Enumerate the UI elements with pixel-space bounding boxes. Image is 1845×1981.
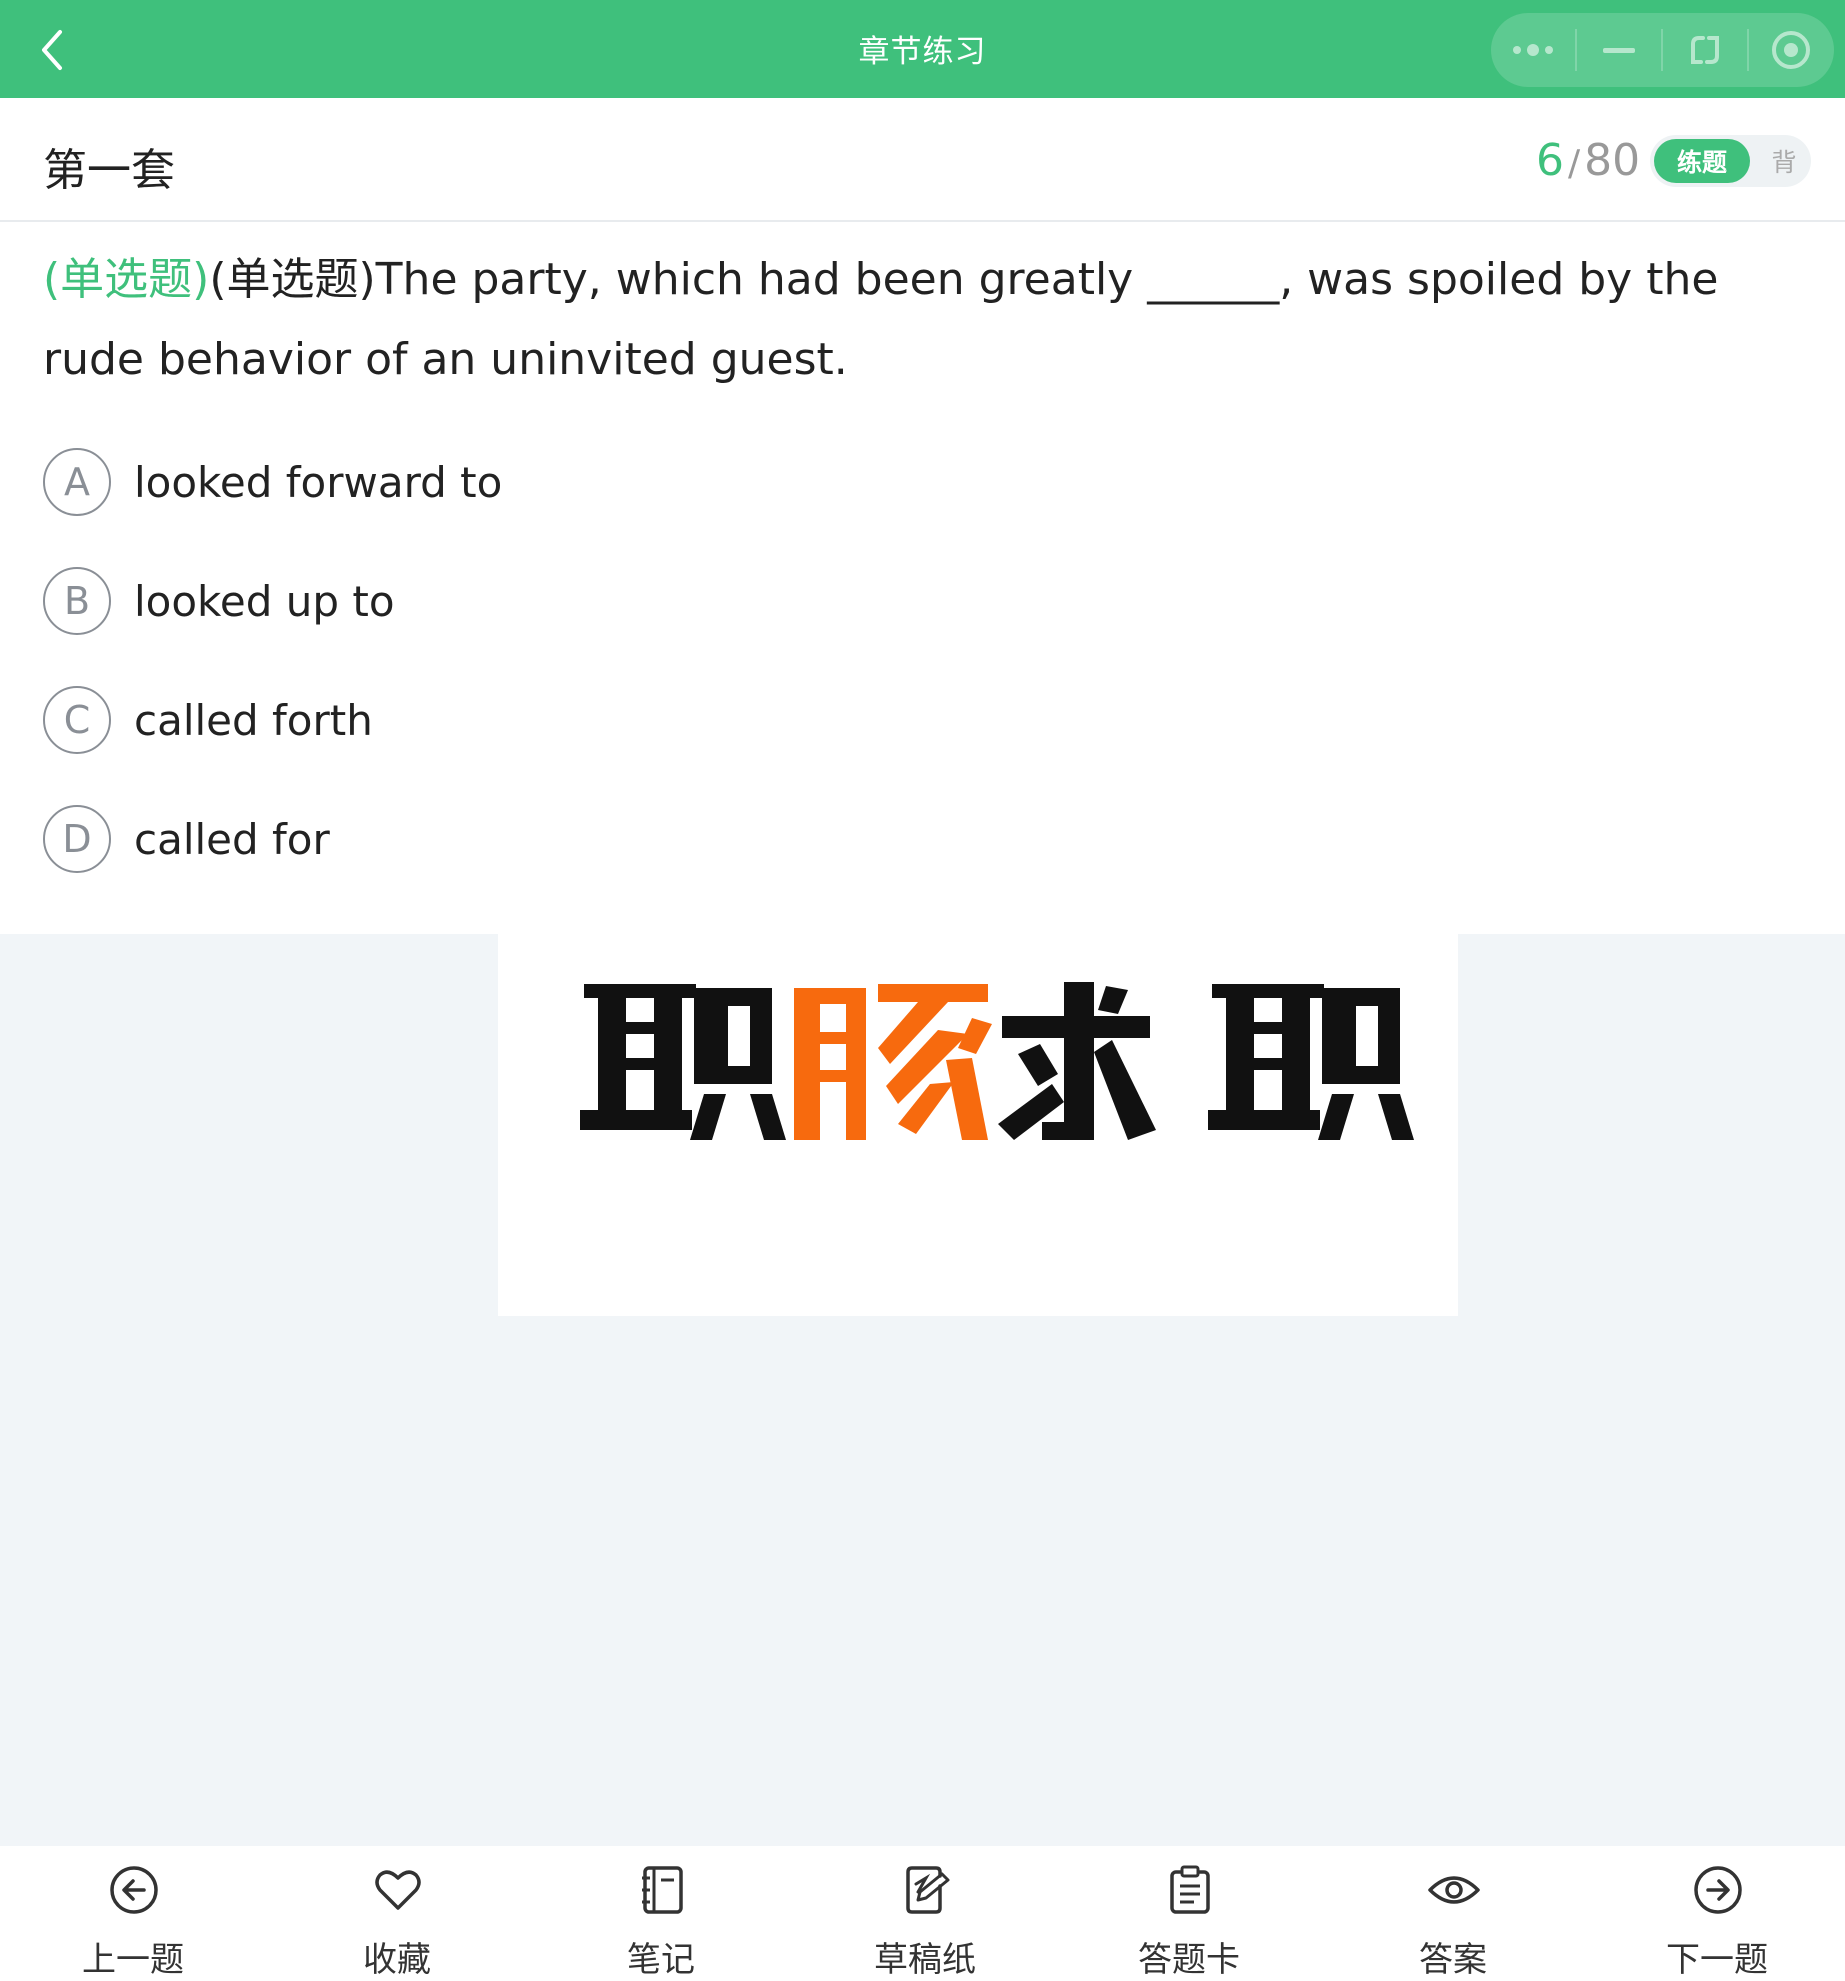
option-letter: A <box>43 448 111 516</box>
option-letter: B <box>43 567 111 635</box>
ad-banner[interactable] <box>498 934 1458 1316</box>
prev-question-label: 上一题 <box>82 1940 184 1980</box>
total-question-count: 80 <box>1584 135 1641 186</box>
logo-char-zhi <box>580 984 786 1140</box>
question-type-label: (单选题) <box>43 254 210 305</box>
question-text: (单选题)(单选题)The party, which had been grea… <box>43 240 1813 400</box>
answer-button[interactable]: 答案 <box>1363 1846 1543 1981</box>
draft-paper-icon <box>906 1866 950 1914</box>
logo-char-tun <box>794 984 992 1140</box>
more-icon <box>1513 44 1553 56</box>
question-card: (单选题)(单选题)The party, which had been grea… <box>0 222 1845 934</box>
bottom-toolbar: 上一题 收藏 笔记 草稿纸 答题卡 答案 下一题 <box>0 1846 1845 1981</box>
answer-label: 答案 <box>1419 1940 1487 1980</box>
option-c[interactable]: C called forth <box>43 686 502 754</box>
next-question-button[interactable]: 下一题 <box>1627 1846 1807 1981</box>
current-question-number: 6 <box>1536 135 1564 186</box>
option-d[interactable]: D called for <box>43 805 502 873</box>
practice-mode-button[interactable]: 练题 <box>1654 139 1750 183</box>
option-b[interactable]: B looked up to <box>43 567 502 635</box>
next-question-label: 下一题 <box>1666 1940 1768 1980</box>
options-list: A looked forward to B looked up to C cal… <box>43 448 502 924</box>
question-counter: 6/80 <box>1536 136 1640 189</box>
favorite-button[interactable]: 收藏 <box>307 1846 487 1981</box>
eye-icon <box>1428 1876 1480 1904</box>
mode-toggle: 练题 背 <box>1650 135 1811 187</box>
option-text: called forth <box>134 695 373 745</box>
answer-sheet-label: 答题卡 <box>1138 1940 1240 1980</box>
option-text: looked up to <box>134 576 395 626</box>
memorize-mode-button[interactable]: 背 <box>1763 139 1805 183</box>
prev-question-button[interactable]: 上一题 <box>43 1846 223 1981</box>
close-target-icon <box>1772 31 1810 69</box>
minimize-icon <box>1603 48 1635 53</box>
set-title: 第一套 <box>43 145 175 196</box>
expand-icon <box>1691 36 1719 64</box>
favorite-label: 收藏 <box>363 1940 431 1980</box>
logo-char-zhi-2 <box>1208 984 1414 1140</box>
arrow-left-circle-icon <box>110 1866 158 1914</box>
answer-sheet-button[interactable]: 答题卡 <box>1099 1846 1279 1981</box>
mini-program-capsule <box>1491 13 1834 87</box>
clipboard-icon <box>1170 1865 1210 1914</box>
option-text: looked forward to <box>134 457 503 507</box>
more-button[interactable] <box>1491 13 1575 87</box>
notes-button[interactable]: 笔记 <box>571 1846 751 1981</box>
option-letter: C <box>43 686 111 754</box>
heart-icon <box>375 1870 421 1910</box>
arrow-right-circle-icon <box>1694 1866 1742 1914</box>
logo-char-qiu <box>998 982 1156 1140</box>
minimize-button[interactable] <box>1577 13 1661 87</box>
question-stem: (单选题)The party, which had been greatly _… <box>43 254 1719 385</box>
question-set-bar: 第一套 6/80 练题 背 <box>0 98 1845 222</box>
draft-paper-label: 草稿纸 <box>874 1940 976 1980</box>
ad-logo <box>580 982 1414 1140</box>
expand-button[interactable] <box>1663 13 1747 87</box>
draft-paper-button[interactable]: 草稿纸 <box>835 1846 1015 1981</box>
option-letter: D <box>43 805 111 873</box>
option-a[interactable]: A looked forward to <box>43 448 502 516</box>
close-button[interactable] <box>1749 13 1833 87</box>
notes-label: 笔记 <box>627 1940 695 1980</box>
counter-separator: / <box>1568 143 1581 184</box>
top-navigation-bar: 章节练习 <box>0 0 1845 98</box>
option-text: called for <box>134 814 330 864</box>
notebook-icon <box>642 1866 683 1914</box>
